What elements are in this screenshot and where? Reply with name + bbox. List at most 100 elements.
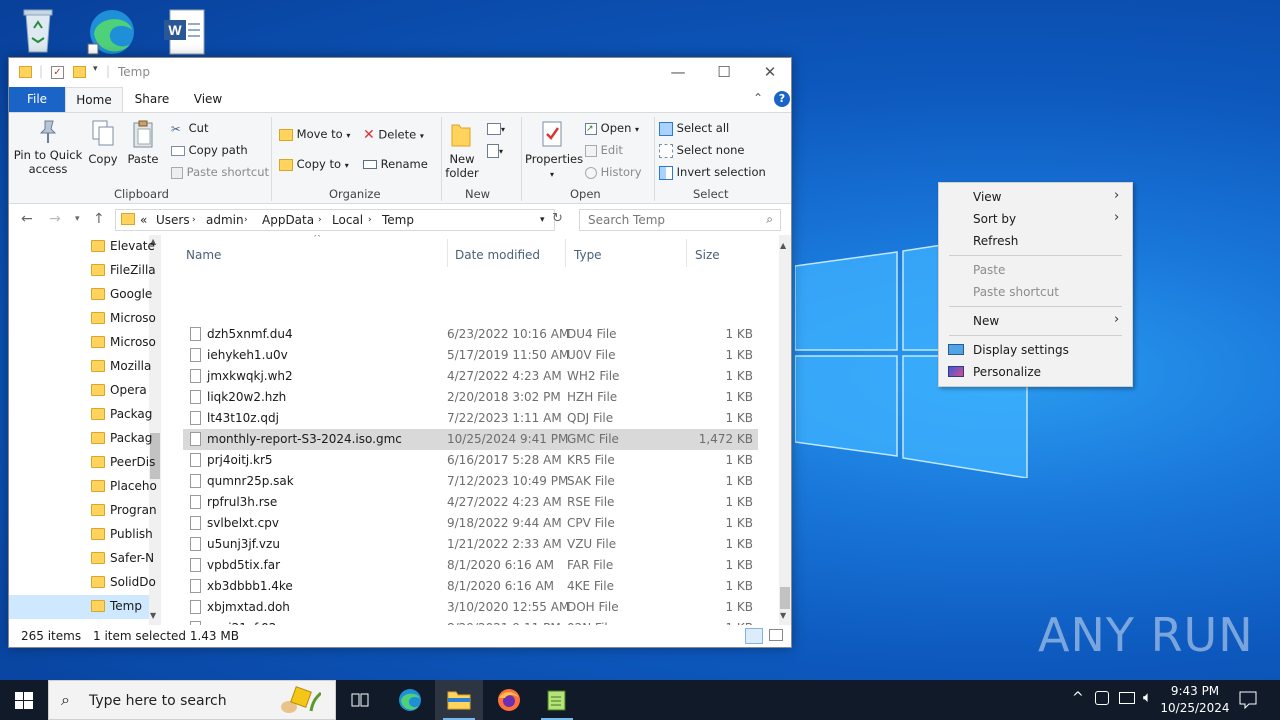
windows-start-icon[interactable] xyxy=(15,692,33,709)
breadcrumb-admin[interactable]: admin xyxy=(206,213,244,227)
title-bar[interactable]: | ✓ ▾ | Temp — ☐ ✕ xyxy=(9,58,791,87)
chevron-up-icon[interactable]: ⌃ xyxy=(753,91,763,105)
edge-taskbar-icon[interactable] xyxy=(386,680,434,720)
easy-access-button[interactable]: ▾ xyxy=(487,143,503,158)
nav-item[interactable]: Google xyxy=(9,283,152,307)
invert-selection-button[interactable]: Invert selection xyxy=(659,165,766,180)
notepad-plus-taskbar-icon[interactable] xyxy=(533,680,581,720)
navigation-pane[interactable]: ▲ ▼ Elevate FileZilla Google Microso Microso… xyxy=(9,235,161,625)
column-header-date[interactable]: Date modified xyxy=(455,239,540,267)
notifications-icon[interactable] xyxy=(1239,691,1257,709)
nav-item[interactable]: Safer-N xyxy=(9,547,154,571)
file-row[interactable]: iehykeh1.u0v 5/17/2019 11:50 AM U0V File 1 … xyxy=(183,345,758,366)
address-bar[interactable]: « Users › admin › AppData › Local › Temp… xyxy=(115,209,555,231)
delete-button[interactable]: ✕ Delete ▾ xyxy=(363,127,424,143)
copy-to-button[interactable]: Copy to ▾ xyxy=(279,157,349,171)
properties-button[interactable]: Properties ▾ xyxy=(525,119,583,180)
help-icon[interactable]: ? xyxy=(774,91,790,107)
file-row[interactable]: rpfrul3h.rse 4/27/2022 4:23 AM RSE File 1 K… xyxy=(183,492,758,513)
firefox-taskbar-icon[interactable] xyxy=(485,680,533,720)
menu-item-paste[interactable]: Paste xyxy=(939,259,1132,281)
details-view-icon[interactable] xyxy=(745,628,763,644)
word-document-icon[interactable]: W xyxy=(156,4,216,60)
copy-button[interactable]: Copy xyxy=(87,119,119,166)
column-header-size[interactable]: Size xyxy=(695,239,720,267)
paste-button[interactable]: Paste xyxy=(127,119,159,166)
nav-item[interactable]: FileZilla xyxy=(9,259,156,283)
nav-item[interactable]: Temp xyxy=(9,595,149,619)
breadcrumb-users[interactable]: Users xyxy=(156,213,190,227)
properties-quick-icon[interactable]: ✓ xyxy=(51,66,64,79)
task-view-icon[interactable] xyxy=(336,680,384,720)
back-arrow-icon[interactable]: ← xyxy=(21,211,33,227)
select-none-button[interactable]: Select none xyxy=(659,143,744,158)
tab-view[interactable]: View xyxy=(185,87,231,112)
pin-to-quick-access-button[interactable]: Pin to Quick access xyxy=(13,119,83,176)
history-button[interactable]: History xyxy=(585,165,642,179)
nav-item[interactable]: Progran xyxy=(9,499,157,523)
customize-quick-access-icon[interactable]: ▾ xyxy=(93,64,98,74)
recent-locations-icon[interactable]: ▾ xyxy=(75,214,80,224)
menu-item-refresh[interactable]: Refresh xyxy=(939,230,1132,252)
nav-item[interactable]: Elevate xyxy=(9,235,155,259)
maximize-button[interactable]: ☐ xyxy=(701,58,747,87)
recycle-bin-icon[interactable] xyxy=(8,4,68,60)
cut-button[interactable]: ✂ Cut xyxy=(171,121,208,136)
column-header-name[interactable]: Name xyxy=(186,239,221,267)
nav-item[interactable]: Publish xyxy=(9,523,153,547)
refresh-icon[interactable]: ↻ xyxy=(552,211,563,226)
tab-file[interactable]: File xyxy=(9,87,65,112)
large-icons-view-icon[interactable] xyxy=(769,629,783,641)
taskbar-search-box[interactable]: ⌕ Type here to search xyxy=(48,680,336,720)
tab-home[interactable]: Home xyxy=(65,87,123,112)
nav-item[interactable]: Packag xyxy=(9,403,152,427)
menu-item-display-settings[interactable]: Display settings xyxy=(939,339,1132,361)
file-row[interactable]: xxyj21vf.02n8/29/2021 9:11 PM02N File1 K… xyxy=(183,618,758,625)
menu-item-personalize[interactable]: Personalize xyxy=(939,361,1132,383)
nav-item[interactable]: Microso xyxy=(9,307,156,331)
rename-button[interactable]: Rename xyxy=(363,157,428,171)
column-header-type[interactable]: Type xyxy=(574,239,602,267)
scroll-down-icon[interactable]: ▼ xyxy=(150,611,156,620)
copy-path-button[interactable]: Copy path xyxy=(171,143,248,157)
nav-item[interactable]: SolidDo xyxy=(9,571,156,595)
menu-item-view[interactable]: View › xyxy=(939,186,1132,208)
edit-button[interactable]: Edit xyxy=(585,143,623,157)
new-folder-button[interactable]: New folder xyxy=(445,119,479,180)
file-row[interactable]: xbjmxtad.doh 3/10/2020 12:55 AM DOH File 1 … xyxy=(183,597,758,618)
new-item-button[interactable]: ▾ xyxy=(487,121,505,135)
scroll-thumb[interactable] xyxy=(780,587,790,609)
file-row[interactable]: svlbelxt.cpv 9/18/2022 9:44 AM CPV File 1 K… xyxy=(183,513,758,534)
scroll-up-icon[interactable]: ▲ xyxy=(780,241,786,250)
menu-item-new[interactable]: New › xyxy=(939,310,1132,332)
nav-item[interactable]: PeerDis xyxy=(9,451,155,475)
new-folder-quick-icon[interactable] xyxy=(73,66,86,78)
breadcrumb-appdata[interactable]: AppData xyxy=(262,213,314,227)
chevron-down-icon[interactable]: ▾ xyxy=(540,215,545,225)
breadcrumb-overflow[interactable]: « xyxy=(140,213,147,227)
nav-item[interactable]: Mozilla xyxy=(9,355,151,379)
file-list[interactable]: ^ Name Date modified Type Size ▲ ▼ dzh5x… xyxy=(161,235,791,625)
close-button[interactable]: ✕ xyxy=(747,58,793,87)
scroll-down-icon[interactable]: ▼ xyxy=(780,611,786,620)
file-row[interactable]: monthly-report-S3-2024.iso.gmc 10/25/2024… xyxy=(183,429,758,450)
file-row[interactable]: u5unj3jf.vzu 1/21/2022 2:33 AM VZU File 1 K… xyxy=(183,534,758,555)
file-list-scrollbar[interactable]: ▲ ▼ xyxy=(779,235,791,625)
nav-item[interactable]: Microso xyxy=(9,331,156,355)
edge-icon[interactable] xyxy=(82,4,142,60)
file-explorer-taskbar-icon[interactable] xyxy=(435,680,483,720)
minimize-button[interactable]: — xyxy=(655,58,701,87)
file-explorer-window[interactable]: | ✓ ▾ | Temp — ☐ ✕ File Home Share View … xyxy=(8,57,792,648)
nav-item[interactable]: Placeho xyxy=(9,475,157,499)
select-all-button[interactable]: Select all xyxy=(659,121,729,136)
open-button[interactable]: ↗ Open ▾ xyxy=(585,121,639,135)
search-input[interactable]: Search Temp ⌕ xyxy=(579,209,781,231)
forward-arrow-icon[interactable]: → xyxy=(49,211,61,227)
system-clock[interactable]: 9:43 PM 10/25/2024 xyxy=(1160,683,1230,717)
file-row[interactable]: dzh5xnmf.du4 6/23/2022 10:16 AM DU4 File 1 … xyxy=(183,324,758,345)
file-row[interactable]: xb3dbbb1.4ke 8/1/2020 6:16 AM 4KE File 1 KB xyxy=(183,576,758,597)
up-arrow-icon[interactable]: ↑ xyxy=(93,211,105,227)
file-row[interactable]: liqk20w2.hzh 2/20/2018 3:02 PM HZH File 1 K… xyxy=(183,387,758,408)
breadcrumb-local[interactable]: Local xyxy=(332,213,363,227)
chevron-up-icon[interactable]: ^ xyxy=(1072,690,1084,706)
